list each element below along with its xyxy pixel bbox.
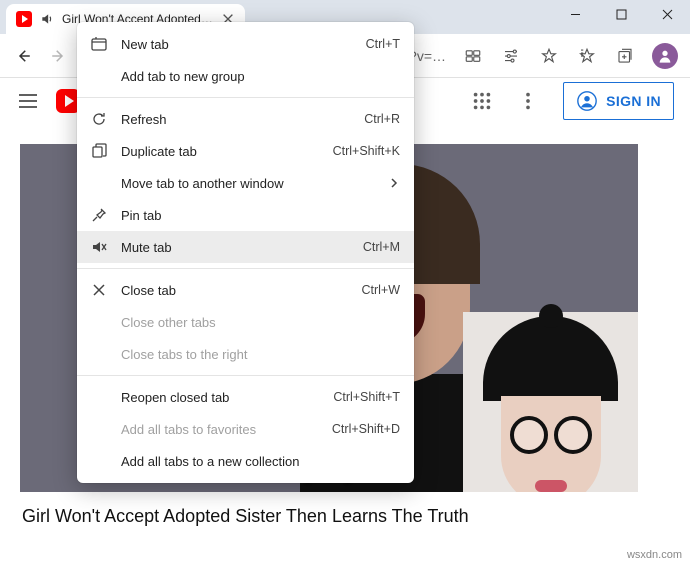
sign-in-button[interactable]: SIGN IN [563, 82, 674, 120]
sign-in-label: SIGN IN [606, 93, 661, 109]
menu-separator [77, 375, 414, 376]
new-tab-icon [91, 36, 107, 52]
more-vert-icon[interactable] [517, 90, 539, 112]
chevron-right-icon [388, 177, 400, 189]
tab-context-menu: New tab Ctrl+T Add tab to new group Refr… [77, 22, 414, 483]
maximize-button[interactable] [598, 0, 644, 28]
extensions-button[interactable] [456, 39, 490, 73]
menu-pin[interactable]: Pin tab [77, 199, 414, 231]
menu-add-collection[interactable]: Add all tabs to a new collection [77, 445, 414, 477]
profile-avatar[interactable] [652, 43, 678, 69]
video-inset [463, 312, 638, 492]
window-controls [552, 0, 690, 34]
refresh-icon [91, 111, 107, 127]
menu-refresh[interactable]: Refresh Ctrl+R [77, 103, 414, 135]
audio-icon[interactable] [40, 12, 54, 26]
close-icon [91, 282, 107, 298]
menu-duplicate[interactable]: Duplicate tab Ctrl+Shift+K [77, 135, 414, 167]
menu-close-tab[interactable]: Close tab Ctrl+W [77, 274, 414, 306]
menu-close-right: Close tabs to the right [77, 338, 414, 370]
menu-close-other: Close other tabs [77, 306, 414, 338]
menu-reopen[interactable]: Reopen closed tab Ctrl+Shift+T [77, 381, 414, 413]
pin-icon [91, 207, 107, 223]
tracking-button[interactable] [494, 39, 528, 73]
minimize-button[interactable] [552, 0, 598, 28]
address-bar-fragment[interactable]: ?v=… [409, 48, 450, 64]
user-circle-icon [576, 90, 598, 112]
menu-separator [77, 268, 414, 269]
menu-new-group[interactable]: Add tab to new group [77, 60, 414, 92]
favorites-list-button[interactable] [570, 39, 604, 73]
window-close-button[interactable] [644, 0, 690, 28]
watermark: wsxdn.com [627, 549, 682, 561]
menu-move-window[interactable]: Move tab to another window [77, 167, 414, 199]
menu-mute[interactable]: Mute tab Ctrl+M [77, 231, 414, 263]
apps-grid-icon[interactable] [471, 90, 493, 112]
back-button[interactable] [6, 39, 40, 73]
duplicate-icon [91, 143, 107, 159]
favorites-button[interactable] [532, 39, 566, 73]
youtube-favicon [16, 11, 32, 27]
hamburger-icon[interactable] [16, 89, 40, 113]
collections-button[interactable] [608, 39, 642, 73]
video-title: Girl Won't Accept Adopted Sister Then Le… [20, 492, 670, 527]
mute-icon [91, 239, 107, 255]
browser-window: Girl Won't Accept Adopted… ?v=… [0, 0, 690, 567]
menu-add-favorites: Add all tabs to favorites Ctrl+Shift+D [77, 413, 414, 445]
menu-new-tab[interactable]: New tab Ctrl+T [77, 28, 414, 60]
forward-button[interactable] [42, 39, 76, 73]
menu-separator [77, 97, 414, 98]
